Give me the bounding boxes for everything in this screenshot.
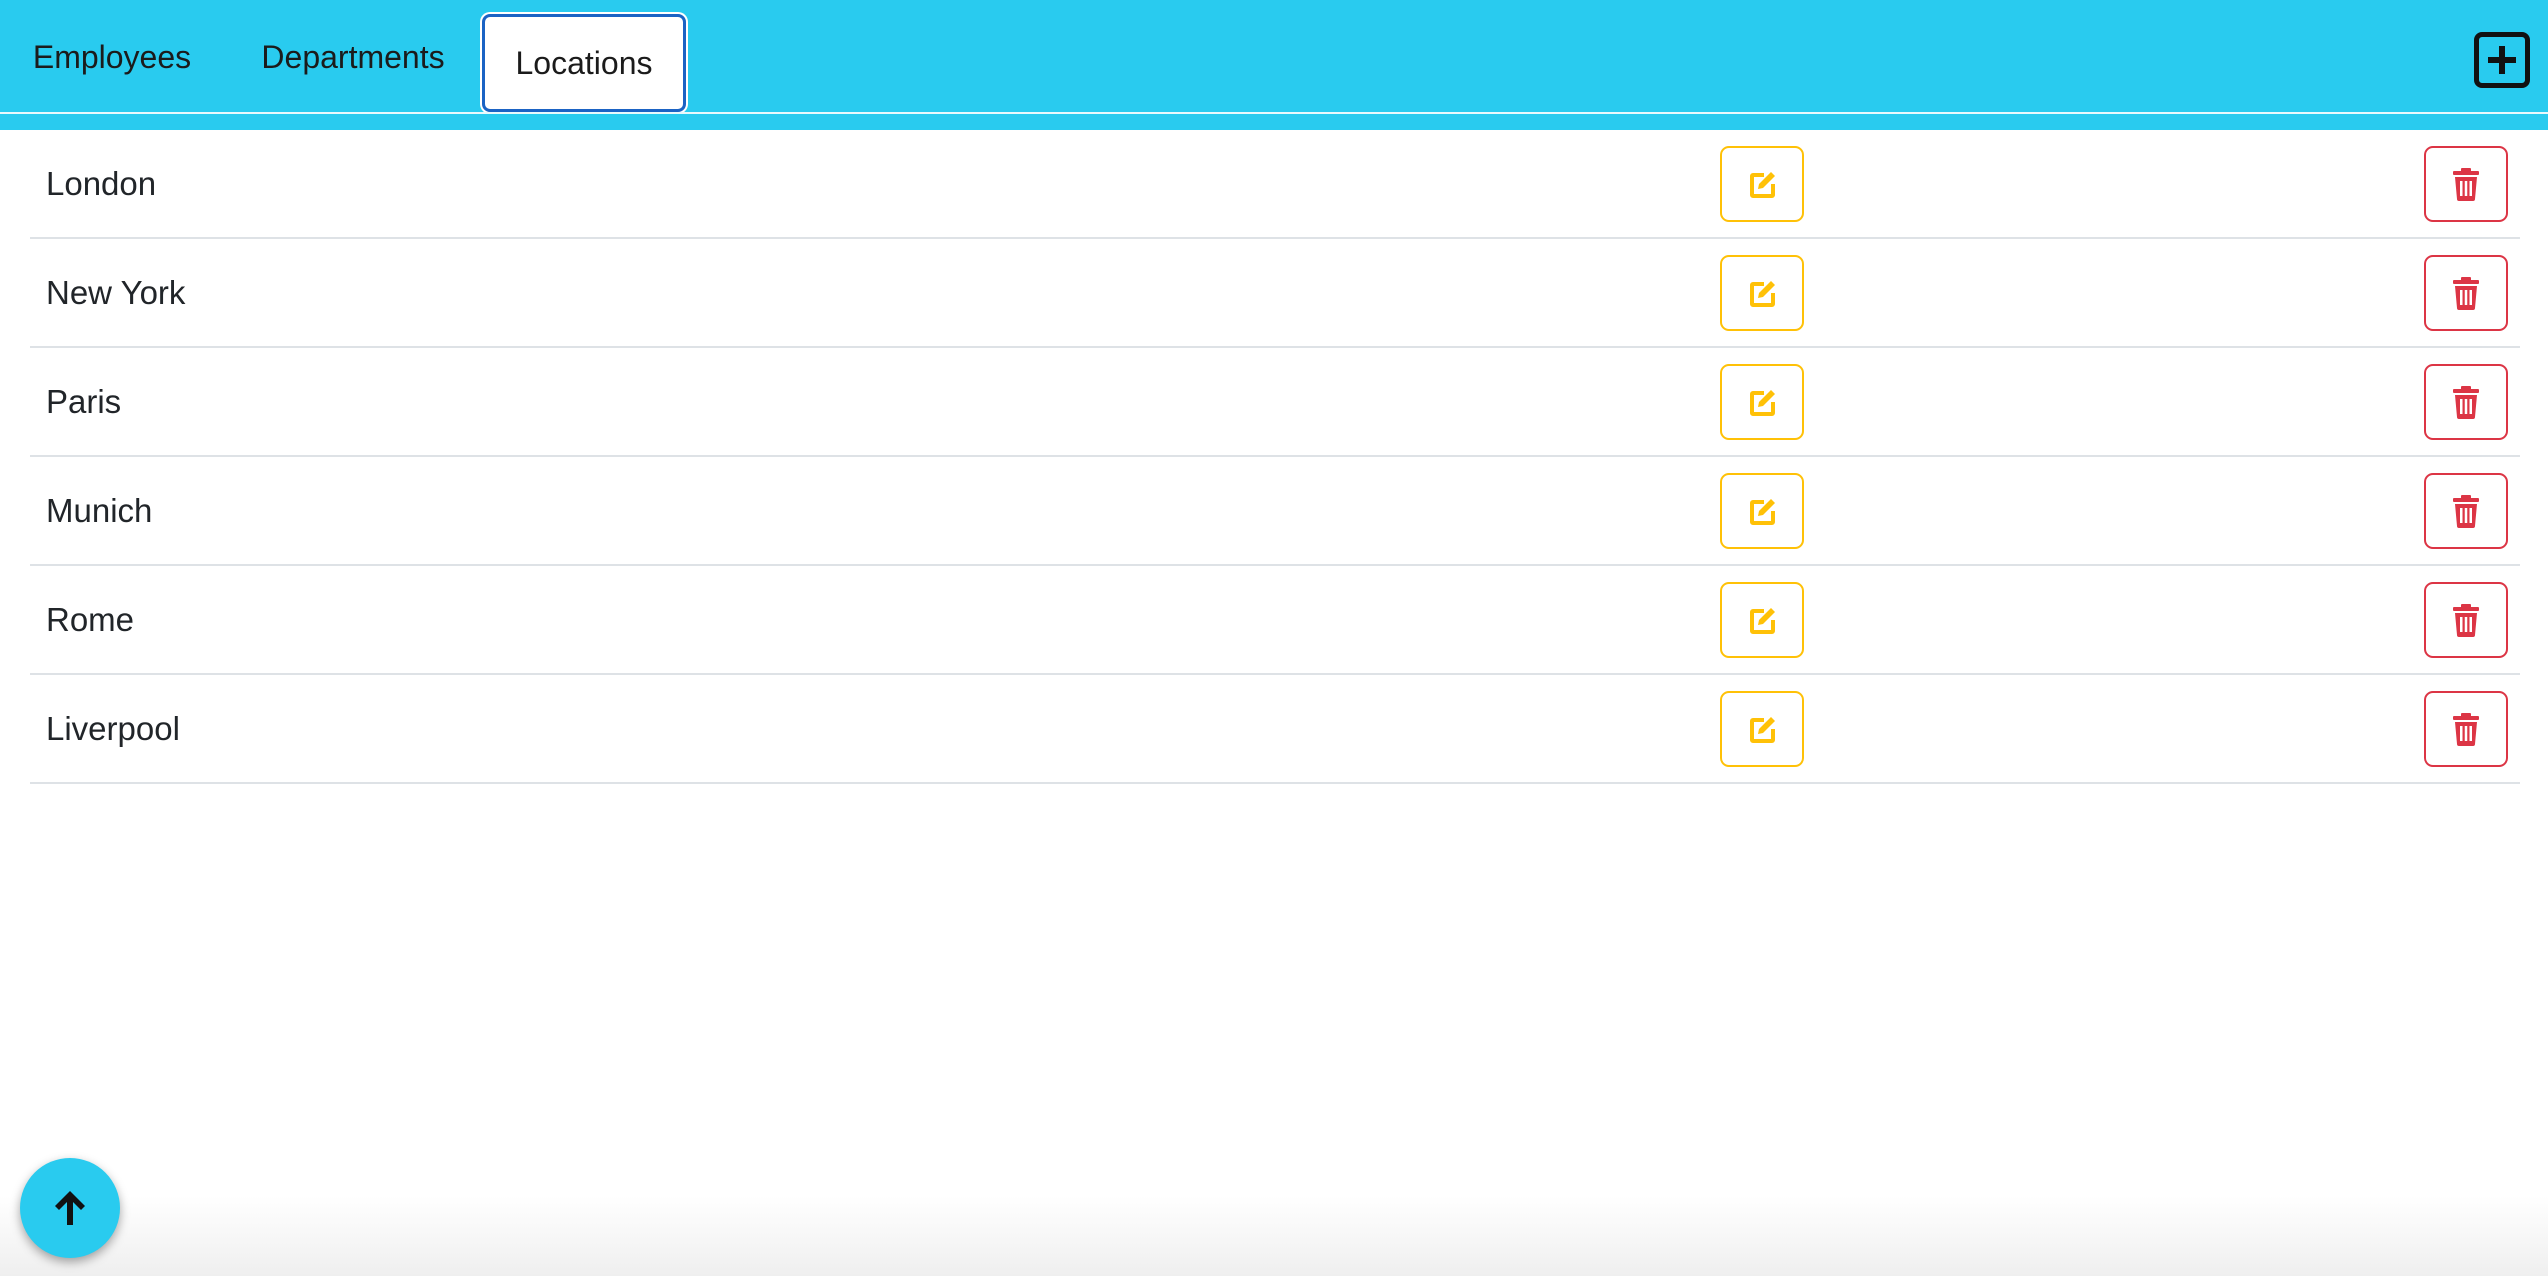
delete-button[interactable] [2424, 472, 2508, 549]
location-name: Paris [46, 382, 122, 420]
list-item: Liverpool [30, 675, 2520, 784]
edit-button[interactable] [1720, 145, 1804, 222]
trash-icon [2453, 712, 2479, 746]
edit-icon [1750, 607, 1775, 634]
header-divider [0, 112, 2548, 114]
bottom-shadow [0, 1196, 2548, 1276]
edit-icon [1750, 716, 1775, 743]
location-name: London [46, 164, 157, 202]
edit-button[interactable] [1720, 581, 1804, 658]
list-item: Rome [30, 566, 2520, 675]
plus-square-icon [2488, 46, 2516, 74]
edit-icon [1750, 171, 1775, 198]
edit-icon [1750, 280, 1775, 307]
trash-icon [2453, 603, 2479, 637]
tab-locations[interactable]: Locations [482, 14, 686, 112]
location-name: Munich [46, 491, 153, 529]
trash-icon [2453, 494, 2479, 528]
tab-departments[interactable]: Departments [224, 0, 482, 114]
trash-icon [2453, 276, 2479, 310]
list-item: London [30, 130, 2520, 239]
location-name: Liverpool [46, 709, 180, 747]
delete-button[interactable] [2424, 363, 2508, 440]
delete-button[interactable] [2424, 581, 2508, 658]
tab-bar: Employees Departments Locations [0, 0, 686, 114]
delete-button[interactable] [2424, 145, 2508, 222]
trash-icon [2453, 385, 2479, 419]
list-item: New York [30, 239, 2520, 348]
edit-button[interactable] [1720, 472, 1804, 549]
edit-icon [1750, 389, 1775, 416]
tab-employees[interactable]: Employees [0, 0, 224, 114]
scroll-to-top-button[interactable] [20, 1158, 120, 1258]
header-bar: Employees Departments Locations [0, 0, 2548, 130]
edit-button[interactable] [1720, 254, 1804, 331]
list-item: Munich [30, 457, 2520, 566]
edit-button[interactable] [1720, 363, 1804, 440]
edit-icon [1750, 498, 1775, 525]
edit-button[interactable] [1720, 690, 1804, 767]
location-name: New York [46, 273, 186, 311]
location-list: London New York Paris Munich Rome Liverp… [30, 130, 2520, 784]
location-name: Rome [46, 600, 135, 638]
page: Employees Departments Locations London N… [0, 0, 2548, 1276]
list-item: Paris [30, 348, 2520, 457]
add-location-button[interactable] [2474, 32, 2530, 88]
trash-icon [2453, 167, 2479, 201]
delete-button[interactable] [2424, 690, 2508, 767]
arrow-up-icon [55, 1191, 85, 1225]
delete-button[interactable] [2424, 254, 2508, 331]
